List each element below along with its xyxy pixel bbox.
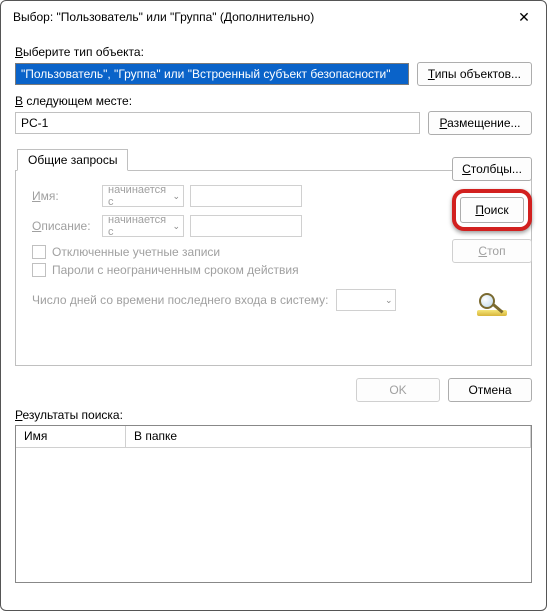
locations-button[interactable]: Размещение...	[428, 111, 532, 135]
object-type-field[interactable]: "Пользователь", "Группа" или "Встроенный…	[15, 63, 409, 85]
non-expiring-pw-row[interactable]: Пароли с неограниченным сроком действия	[32, 263, 521, 277]
content-area: Выберите тип объекта: "Пользователь", "Г…	[1, 33, 546, 593]
name-input[interactable]	[190, 185, 302, 207]
results-label: Результаты поиска:	[15, 408, 532, 422]
description-match-combo[interactable]: начинается с ⌄	[102, 215, 184, 237]
description-input[interactable]	[190, 215, 302, 237]
tab-common-queries[interactable]: Общие запросы	[17, 149, 128, 171]
days-since-logon-label: Число дней со времени последнего входа в…	[32, 293, 328, 307]
object-type-label: Выберите тип объекта:	[15, 45, 532, 59]
disabled-accounts-row[interactable]: Отключенные учетные записи	[32, 245, 521, 259]
description-label: Описание:	[32, 219, 96, 233]
object-types-button[interactable]: Типы объектов...	[417, 62, 532, 86]
results-header: Имя В папке	[16, 426, 531, 448]
location-field: PC-1	[15, 112, 420, 134]
side-column: Столбцы... Поиск Стоп	[452, 157, 532, 317]
days-combo[interactable]: ⌄	[336, 289, 396, 311]
action-row: OK Отмена	[15, 378, 532, 402]
columns-button[interactable]: Столбцы...	[452, 157, 532, 181]
column-folder[interactable]: В папке	[126, 426, 531, 447]
dialog-window: Выбор: "Пользователь" или "Группа" (Допо…	[0, 0, 547, 611]
non-expiring-pw-label: Пароли с неограниченным сроком действия	[52, 263, 299, 277]
cancel-button[interactable]: Отмена	[448, 378, 532, 402]
chevron-down-icon: ⌄	[172, 221, 180, 232]
name-label: Имя:	[32, 189, 96, 203]
search-button[interactable]: Поиск	[460, 197, 524, 223]
search-icon	[475, 293, 509, 317]
titlebar: Выбор: "Пользователь" или "Группа" (Допо…	[1, 1, 546, 33]
location-label: В следующем месте:	[15, 94, 532, 108]
chevron-down-icon: ⌄	[385, 295, 393, 306]
name-match-combo[interactable]: начинается с ⌄	[102, 185, 184, 207]
close-icon[interactable]: ✕	[502, 1, 546, 33]
search-button-highlight: Поиск	[452, 189, 532, 231]
results-list[interactable]: Имя В папке	[15, 425, 532, 583]
checkbox-icon[interactable]	[32, 263, 46, 277]
disabled-accounts-label: Отключенные учетные записи	[52, 245, 220, 259]
chevron-down-icon: ⌄	[172, 191, 180, 202]
checkbox-icon[interactable]	[32, 245, 46, 259]
window-title: Выбор: "Пользователь" или "Группа" (Допо…	[13, 10, 314, 24]
column-name[interactable]: Имя	[16, 426, 126, 447]
stop-button[interactable]: Стоп	[452, 239, 532, 263]
ok-button[interactable]: OK	[356, 378, 440, 402]
